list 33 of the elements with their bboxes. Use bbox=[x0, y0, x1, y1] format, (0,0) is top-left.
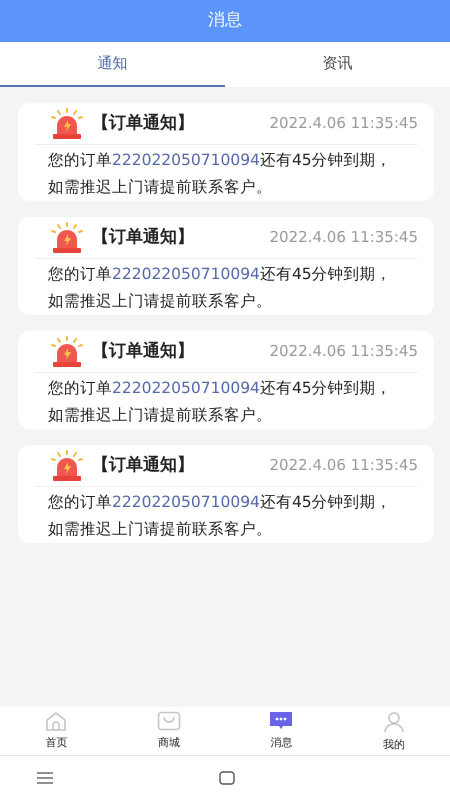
alarm-light-icon bbox=[50, 108, 84, 140]
home-icon bbox=[45, 711, 68, 731]
alarm-light-icon bbox=[50, 222, 84, 254]
menu-icon[interactable] bbox=[37, 772, 53, 784]
notification-message: 您的订单222022050710094还有45分钟到期，如需推迟上门请提前联系客户。 bbox=[48, 378, 393, 426]
alarm-light-icon bbox=[50, 336, 84, 368]
notification-message: 您的订单222022050710094还有45分钟到期，如需推迟上门请提前联系客户。 bbox=[48, 264, 393, 312]
notification-title: 【订单通知】 bbox=[92, 112, 194, 135]
tab[interactable]: 资讯 bbox=[225, 42, 450, 87]
notification-title: 【订单通知】 bbox=[92, 454, 194, 477]
notification-time: 2022.4.06 11:35:45 bbox=[270, 455, 418, 476]
notification-title: 【订单通知】 bbox=[92, 226, 194, 249]
person-icon bbox=[382, 711, 405, 733]
order-number: 222022050710094 bbox=[112, 265, 260, 283]
bag-icon bbox=[156, 711, 181, 731]
notification-time: 2022.4.06 11:35:45 bbox=[270, 341, 418, 362]
nav-tab[interactable]: 我的 bbox=[338, 707, 450, 755]
alarm-light-icon bbox=[50, 450, 84, 482]
notification-message: 您的订单222022050710094还有45分钟到期，如需推迟上门请提前联系客户。 bbox=[48, 492, 393, 540]
order-number: 222022050710094 bbox=[112, 151, 260, 169]
notification-time: 2022.4.06 11:35:45 bbox=[270, 113, 418, 134]
nav-tab[interactable]: 首页 bbox=[0, 707, 112, 755]
order-number: 222022050710094 bbox=[112, 493, 260, 511]
chat-icon bbox=[269, 711, 294, 731]
nav-tab[interactable]: 消息 bbox=[225, 707, 338, 755]
order-number: 222022050710094 bbox=[112, 379, 260, 397]
notification-time: 2022.4.06 11:35:45 bbox=[270, 227, 418, 248]
notification-message: 您的订单222022050710094还有45分钟到期，如需推迟上门请提前联系客户。 bbox=[48, 150, 393, 198]
page-title: 消息 bbox=[0, 0, 450, 42]
tab[interactable]: 通知 bbox=[0, 42, 225, 87]
notification-title: 【订单通知】 bbox=[92, 340, 194, 363]
nav-tab[interactable]: 商城 bbox=[112, 707, 225, 755]
home-button-icon[interactable] bbox=[219, 771, 235, 785]
